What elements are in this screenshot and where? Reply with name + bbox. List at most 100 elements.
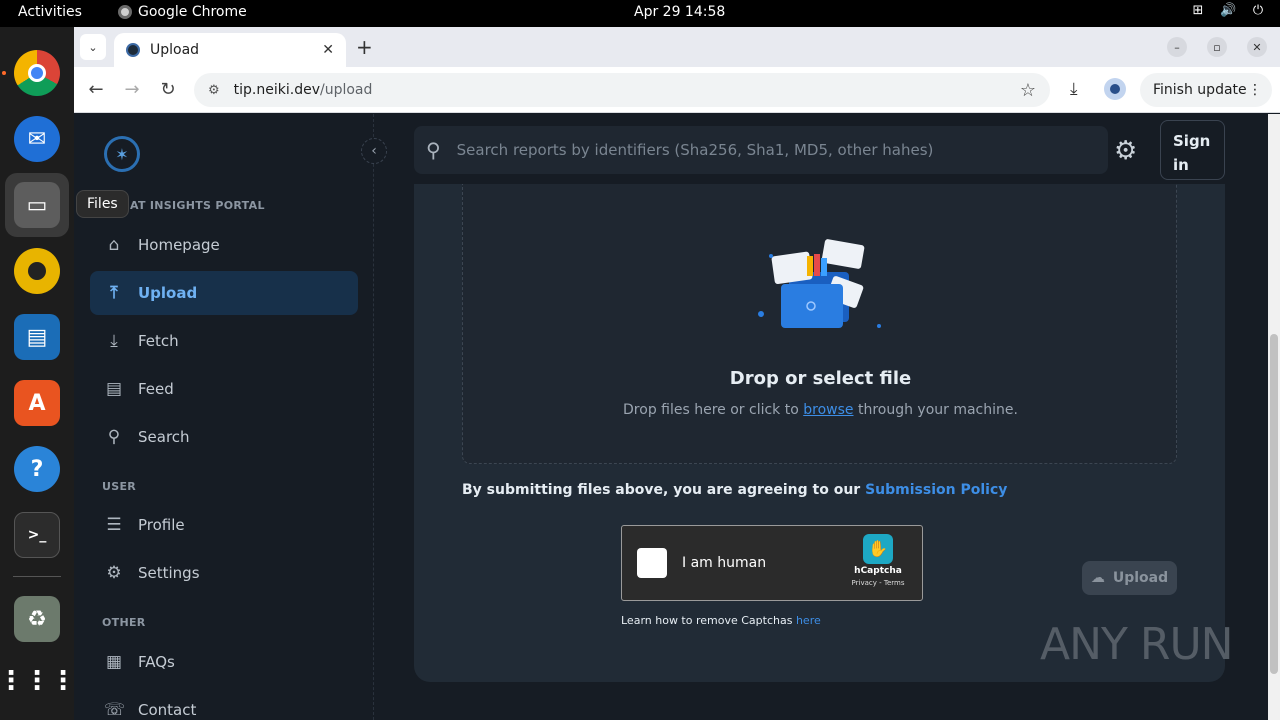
minimize-button[interactable]: – xyxy=(1167,37,1187,57)
system-top-bar: Activities Google Chrome Apr 29 14:58 ⊞ … xyxy=(0,0,1280,27)
download-icon[interactable]: ⤓ xyxy=(1070,79,1078,99)
app-name: Google Chrome xyxy=(138,4,247,20)
collapse-sidebar-button[interactable]: ‹ xyxy=(361,138,387,164)
hcaptcha-brand: ✋ hCaptcha Privacy - Terms xyxy=(848,534,908,587)
tab-strip: ⌄ Upload ✕ + – ▫ ✕ xyxy=(74,27,1280,67)
nav-label: Settings xyxy=(138,564,200,582)
upload-button[interactable]: ☁ Upload xyxy=(1082,561,1177,595)
upload-icon: ⤒ xyxy=(110,283,118,303)
hcaptcha-widget: I am human ✋ hCaptcha Privacy - Terms xyxy=(621,525,923,601)
dock-terminal[interactable]: >_ xyxy=(5,503,69,567)
files-icon: ▭ xyxy=(14,182,60,228)
upload-card: Drop or select file Drop files here or c… xyxy=(414,184,1225,682)
profile-avatar[interactable] xyxy=(1104,78,1126,100)
feed-icon: ▤ xyxy=(105,379,123,399)
help-icon: ? xyxy=(14,446,60,492)
chrome-icon xyxy=(14,50,60,96)
nav-homepage[interactable]: ⌂ Homepage xyxy=(90,223,358,267)
dock-writer[interactable]: ▤ xyxy=(5,305,69,369)
forward-button[interactable]: → xyxy=(121,79,143,100)
search-icon: ⚲ xyxy=(107,427,121,447)
nav-fetch[interactable]: ⤓ Fetch xyxy=(90,319,358,363)
drop-sub-before: Drop files here or click to xyxy=(623,402,804,418)
search-input[interactable] xyxy=(456,141,1077,159)
web-page: ✶ ‹ AT INSIGHTS PORTAL ⌂ Homepage ⤒ Uplo… xyxy=(74,114,1268,720)
dock-files[interactable]: ▭ xyxy=(5,173,69,237)
network-icon: ⊞ xyxy=(1192,3,1204,18)
nav-upload[interactable]: ⤒ Upload xyxy=(90,271,358,315)
tab-title: Upload xyxy=(150,42,200,58)
contact-icon: ☏ xyxy=(104,700,126,720)
nav-label: Feed xyxy=(138,380,174,398)
drop-sub-after: through your machine. xyxy=(853,402,1018,418)
nav-profile[interactable]: ☰ Profile xyxy=(90,503,358,547)
captcha-help: Learn how to remove Captchas here xyxy=(621,614,821,627)
dock-help[interactable]: ? xyxy=(5,437,69,501)
captcha-label: I am human xyxy=(682,555,767,571)
nav-faqs[interactable]: ▦ FAQs xyxy=(90,640,358,684)
page-scrollbar[interactable] xyxy=(1268,114,1280,720)
nav-feed[interactable]: ▤ Feed xyxy=(90,367,358,411)
power-icon: ⏻ xyxy=(1252,3,1264,18)
site-info-icon[interactable]: ⚙ xyxy=(208,83,220,98)
search-icon: ⚲ xyxy=(426,138,441,162)
search-bar[interactable]: ⚲ xyxy=(414,126,1108,174)
close-window-button[interactable]: ✕ xyxy=(1247,37,1267,57)
nav-label: Upload xyxy=(138,284,198,302)
writer-icon: ▤ xyxy=(14,314,60,360)
back-button[interactable]: ← xyxy=(85,79,107,100)
fetch-icon: ⤓ xyxy=(110,331,118,351)
settings-icon: ⚙ xyxy=(106,563,122,583)
nav-label: FAQs xyxy=(138,653,175,671)
dock-app-grid[interactable]: ⋮⋮⋮ xyxy=(0,649,76,713)
dock: ✉ ▭ ▤ A ? >_ ♻ ⋮⋮⋮ xyxy=(0,27,76,720)
portal-logo[interactable]: ✶ xyxy=(104,136,140,172)
agreement-prefix: By submitting files above, you are agree… xyxy=(462,482,866,498)
thunderbird-icon: ✉ xyxy=(14,116,60,162)
files-tooltip: Files xyxy=(76,190,129,218)
captcha-help-link[interactable]: here xyxy=(796,614,821,627)
dock-thunderbird[interactable]: ✉ xyxy=(5,107,69,171)
url-path: /upload xyxy=(319,82,373,98)
dock-rhythmbox[interactable] xyxy=(5,239,69,303)
file-dropzone[interactable]: Drop or select file Drop files here or c… xyxy=(462,184,1177,464)
hcaptcha-logo-icon: ✋ xyxy=(863,534,893,564)
nav-settings[interactable]: ⚙ Settings xyxy=(90,551,358,595)
bookmark-star-icon[interactable]: ☆ xyxy=(1020,80,1036,101)
submission-policy-link[interactable]: Submission Policy xyxy=(865,482,1007,498)
system-tray[interactable]: ⊞ 🔊 ⏻ xyxy=(1190,3,1266,19)
dock-trash[interactable]: ♻ xyxy=(5,587,69,651)
favicon-icon xyxy=(126,43,140,57)
sign-in-button[interactable]: Sign in xyxy=(1160,120,1225,180)
finish-update-label: Finish update xyxy=(1153,82,1247,98)
nav-label: Profile xyxy=(138,516,185,534)
tab-search-button[interactable]: ⌄ xyxy=(80,34,106,60)
dock-app-center[interactable]: A xyxy=(5,371,69,435)
menu-kebab-icon: ⋮ xyxy=(1248,82,1262,98)
settings-gear-icon[interactable]: ⚙ xyxy=(1114,136,1137,166)
new-tab-button[interactable]: + xyxy=(356,35,373,59)
finish-update-button[interactable]: Finish update ⋮ xyxy=(1140,73,1272,107)
chrome-window: ⌄ Upload ✕ + – ▫ ✕ ← → ↻ ⚙ tip.neiki.dev… xyxy=(74,27,1280,720)
hcaptcha-links[interactable]: Privacy - Terms xyxy=(848,579,908,587)
activities-button[interactable]: Activities xyxy=(18,4,82,20)
nav-contact[interactable]: ☏ Contact xyxy=(90,688,358,720)
running-indicator xyxy=(2,71,6,75)
clock[interactable]: Apr 29 14:58 xyxy=(634,4,725,20)
rhythmbox-icon xyxy=(14,248,60,294)
address-bar[interactable]: ⚙ tip.neiki.dev/upload ☆ xyxy=(194,73,1050,107)
scrollbar-thumb[interactable] xyxy=(1270,334,1278,674)
captcha-checkbox[interactable] xyxy=(637,548,667,578)
chrome-small-icon xyxy=(118,5,132,19)
cloud-upload-icon: ☁ xyxy=(1090,570,1105,586)
nav-search[interactable]: ⚲ Search xyxy=(90,415,358,459)
tab-upload[interactable]: Upload ✕ xyxy=(114,33,346,67)
app-menu[interactable]: Google Chrome xyxy=(118,4,247,20)
tab-close-icon[interactable]: ✕ xyxy=(322,42,334,58)
brand-section-label: AT INSIGHTS PORTAL xyxy=(130,199,265,212)
maximize-button[interactable]: ▫ xyxy=(1207,37,1227,57)
dock-chrome[interactable] xyxy=(5,41,69,105)
reload-button[interactable]: ↻ xyxy=(157,79,179,100)
browse-link[interactable]: browse xyxy=(803,402,853,418)
app-grid-icon: ⋮⋮⋮ xyxy=(0,666,76,696)
